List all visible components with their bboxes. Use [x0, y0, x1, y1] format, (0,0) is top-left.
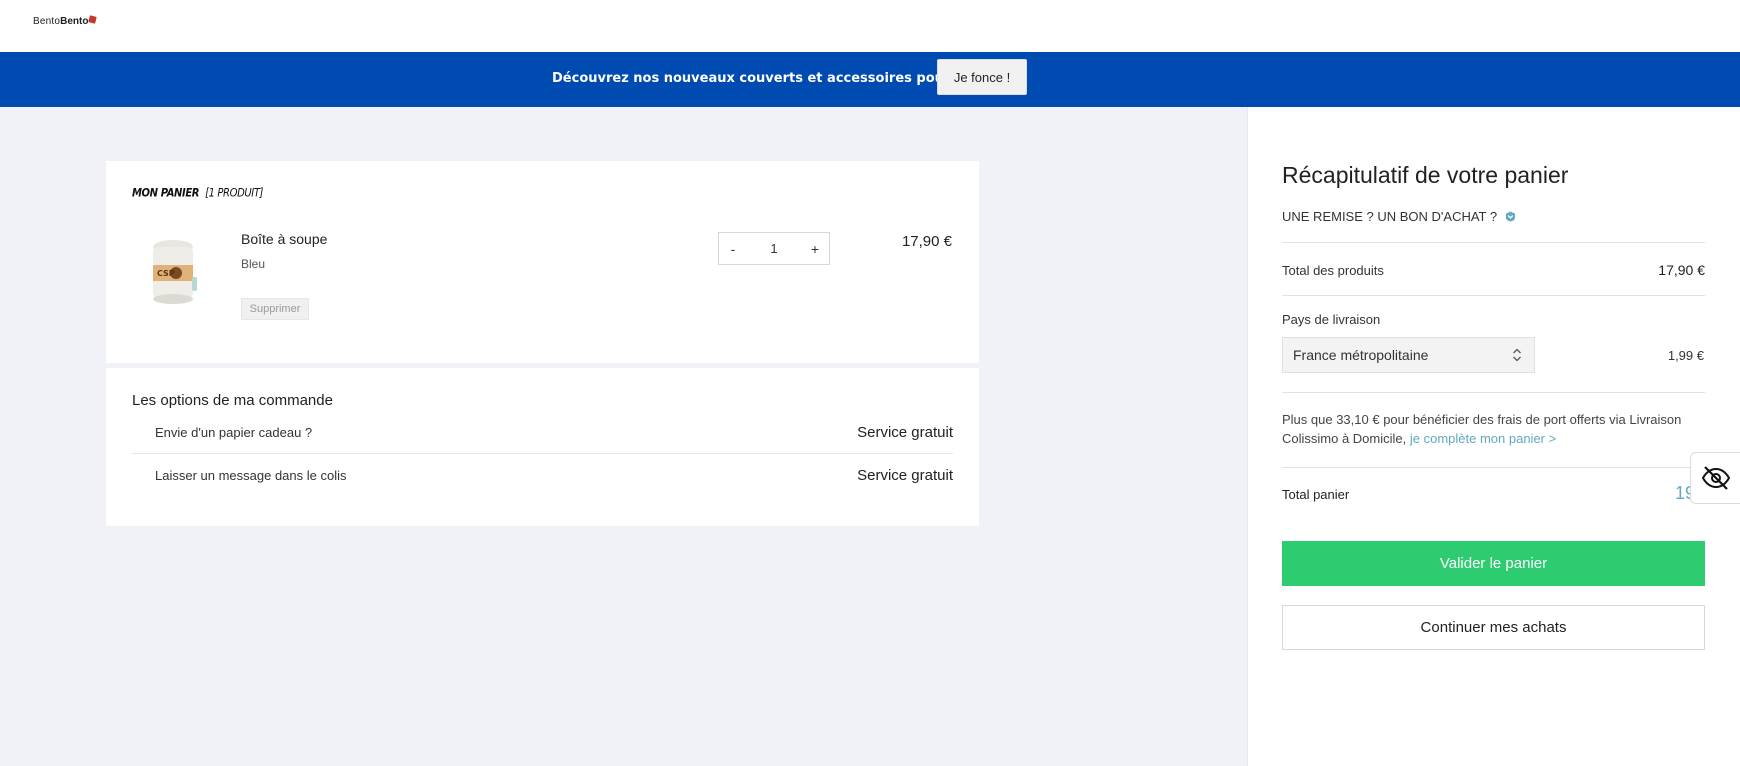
- divider: [1282, 467, 1705, 468]
- quantity-stepper: - 1 +: [718, 232, 830, 265]
- promo-banner: Découvrez nos nouveaux couverts et acces…: [0, 52, 1740, 107]
- banner-cta-button[interactable]: Je fonce !: [937, 59, 1027, 95]
- logo-mark-icon: [88, 15, 98, 24]
- divider: [1282, 392, 1705, 393]
- cart-summary-panel: Récapitulatif de votre panier UNE REMISE…: [1247, 107, 1740, 766]
- shipping-country-value: France métropolitaine: [1293, 347, 1429, 363]
- order-options-card: Les options de ma commande Envie d'un pa…: [106, 368, 979, 526]
- products-total-row: Total des produits 17,90 €: [1282, 251, 1705, 289]
- cart-item-count: [1 PRODUIT]: [205, 187, 264, 200]
- complete-cart-link[interactable]: je complète mon panier >: [1410, 431, 1556, 446]
- cart-title: MON PANIER [1 PRODUIT]: [132, 187, 263, 200]
- site-header: Bento Bento: [0, 0, 1740, 52]
- product-image[interactable]: CSP: [148, 237, 198, 307]
- continue-shopping-button[interactable]: Continuer mes achats: [1282, 605, 1705, 650]
- cart-items-card: MON PANIER [1 PRODUIT] CSP Boîte à soupe…: [106, 161, 979, 363]
- accessibility-toggle[interactable]: [1690, 452, 1740, 504]
- qty-increase-button[interactable]: +: [801, 241, 829, 257]
- banner-text: Découvrez nos nouveaux couverts et acces…: [552, 71, 998, 86]
- validate-cart-button[interactable]: Valider le panier: [1282, 541, 1705, 586]
- cart-main-area: MON PANIER [1 PRODUIT] CSP Boîte à soupe…: [0, 107, 1247, 766]
- cart-total-label: Total panier: [1282, 487, 1350, 502]
- bento-logo[interactable]: Bento Bento: [33, 15, 98, 27]
- select-updown-icon: [1513, 348, 1521, 362]
- cart-title-label: MON PANIER: [132, 187, 200, 200]
- qty-value[interactable]: 1: [747, 241, 801, 256]
- qty-decrease-button[interactable]: -: [719, 241, 747, 257]
- shipping-cost: 1,99 €: [1667, 348, 1704, 363]
- option-label: Laisser un message dans le colis: [155, 467, 347, 483]
- product-price: 17,90 €: [901, 233, 952, 250]
- chevron-badge-icon: [1506, 211, 1516, 222]
- option-label: Envie d'un papier cadeau ?: [155, 425, 313, 440]
- option-row-message[interactable]: Laisser un message dans le colis Service…: [132, 454, 953, 496]
- summary-title: Récapitulatif de votre panier: [1282, 162, 1569, 188]
- products-total-label: Total des produits: [1282, 262, 1384, 278]
- logo-text-part1: Bento: [33, 16, 61, 27]
- logo-text-part2: Bento: [60, 16, 89, 27]
- order-options-title: Les options de ma commande: [132, 392, 333, 409]
- svg-text:CSP: CSP: [157, 269, 175, 278]
- divider: [1282, 295, 1705, 296]
- shipping-country-select[interactable]: France métropolitaine: [1282, 337, 1535, 373]
- option-value: Service gratuit: [857, 466, 953, 484]
- products-total-value: 17,90 €: [1658, 262, 1705, 278]
- eye-off-icon: [1701, 466, 1730, 490]
- option-value: Service gratuit: [857, 424, 953, 441]
- shipping-country-label: Pays de livraison: [1282, 312, 1381, 327]
- promo-code-toggle[interactable]: UNE REMISE ? UN BON D'ACHAT ?: [1282, 209, 1516, 224]
- option-row-gift-wrap[interactable]: Envie d'un papier cadeau ? Service gratu…: [132, 412, 953, 454]
- product-variant: Bleu: [241, 257, 266, 271]
- delete-product-button[interactable]: Supprimer: [241, 298, 309, 320]
- product-name[interactable]: Boîte à soupe: [241, 231, 327, 247]
- divider: [1282, 242, 1705, 243]
- promo-label: UNE REMISE ? UN BON D'ACHAT ?: [1282, 209, 1498, 224]
- free-shipping-note: Plus que 33,10 € pour bénéficier des fra…: [1282, 410, 1682, 448]
